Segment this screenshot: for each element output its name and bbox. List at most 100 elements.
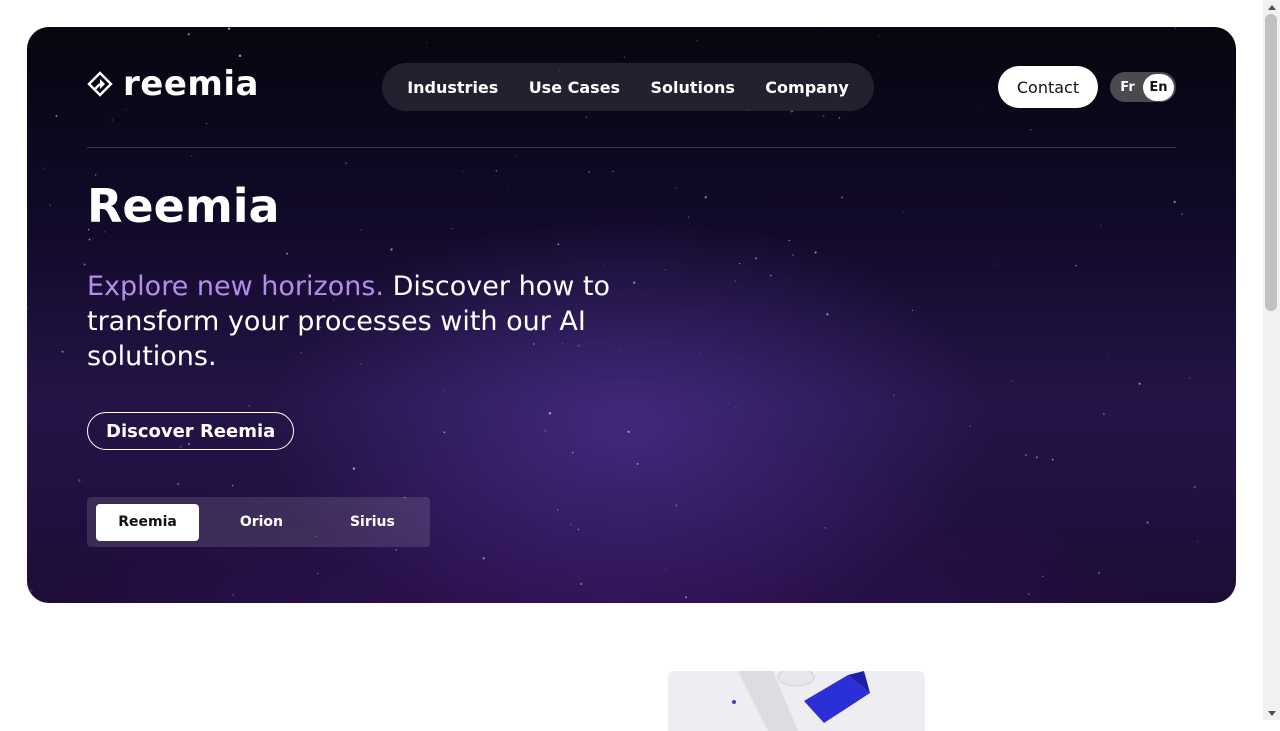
star <box>814 251 817 254</box>
star <box>633 281 636 284</box>
tab-reemia[interactable]: Reemia <box>96 503 200 541</box>
star <box>878 34 880 36</box>
star <box>30 589 33 592</box>
star <box>1024 454 1027 456</box>
star <box>1186 322 1188 324</box>
star <box>1042 575 1044 578</box>
star <box>1098 572 1100 574</box>
language-option-fr[interactable]: Fr <box>1112 74 1143 101</box>
star <box>817 30 819 32</box>
star <box>230 48 232 49</box>
star <box>495 170 497 172</box>
star <box>1027 593 1030 596</box>
nav-item-industries[interactable]: Industries <box>407 78 498 97</box>
star <box>675 186 677 189</box>
star <box>426 42 428 44</box>
star <box>248 405 250 407</box>
star <box>664 269 667 271</box>
star <box>88 238 91 241</box>
star <box>996 263 998 265</box>
star <box>791 254 795 257</box>
star <box>627 430 630 433</box>
abstract-shapes-illustration <box>668 671 925 731</box>
star <box>451 228 453 230</box>
nav-item-solutions[interactable]: Solutions <box>650 78 734 97</box>
tab-sirius[interactable]: Sirius <box>324 504 421 541</box>
language-option-en[interactable]: En <box>1143 73 1174 101</box>
star <box>231 484 234 487</box>
star <box>612 170 614 173</box>
nav-item-company[interactable]: Company <box>765 78 848 97</box>
star <box>788 239 790 242</box>
star <box>893 394 895 396</box>
star <box>840 196 844 199</box>
header-divider <box>87 147 1176 148</box>
star <box>286 252 289 255</box>
star <box>588 170 591 173</box>
star <box>111 119 113 121</box>
page-title: Reemia <box>87 179 280 233</box>
star <box>49 204 52 207</box>
scroll-up-icon[interactable] <box>1263 0 1280 14</box>
star <box>822 114 825 117</box>
page-scrollbar[interactable] <box>1263 0 1280 720</box>
star <box>187 33 190 36</box>
star <box>734 280 736 282</box>
star <box>1103 413 1105 415</box>
scrollbar-thumb[interactable] <box>1265 14 1277 311</box>
star <box>557 243 560 246</box>
star <box>969 425 971 427</box>
star <box>317 572 319 575</box>
star <box>349 577 350 579</box>
star <box>125 109 127 111</box>
scroll-down-icon[interactable] <box>1263 706 1280 720</box>
nav-item-use-cases[interactable]: Use Cases <box>529 78 620 97</box>
discover-reemia-button[interactable]: Discover Reemia <box>87 412 295 450</box>
star <box>176 482 180 486</box>
star <box>1181 213 1183 215</box>
reemia-logo-icon <box>87 71 113 97</box>
star <box>570 523 572 526</box>
star <box>585 116 588 119</box>
star <box>577 528 580 531</box>
product-preview-image <box>668 671 925 731</box>
star <box>461 170 464 173</box>
star <box>1029 128 1032 131</box>
tagline-accent: Explore new horizons. <box>87 271 384 302</box>
star <box>572 451 574 454</box>
tab-orion[interactable]: Orion <box>203 504 320 541</box>
star <box>687 216 689 218</box>
main-nav: Industries Use Cases Solutions Company <box>382 63 874 111</box>
star <box>902 210 904 212</box>
star <box>769 274 772 277</box>
star <box>911 309 914 312</box>
hero-tagline: Explore new horizons. Discover how to tr… <box>87 269 627 374</box>
star <box>443 389 445 391</box>
star <box>623 56 625 58</box>
hero-section: reemia Industries Use Cases Solutions Co… <box>27 27 1236 603</box>
star <box>735 406 737 409</box>
star <box>27 306 29 309</box>
star <box>507 190 509 191</box>
star <box>675 504 678 507</box>
star <box>1100 224 1102 227</box>
contact-button[interactable]: Contact <box>998 66 1098 108</box>
star <box>1051 458 1054 461</box>
star <box>390 248 393 251</box>
star <box>238 54 242 58</box>
star <box>94 174 97 176</box>
star <box>826 313 829 316</box>
star <box>205 122 208 125</box>
brand-logo[interactable]: reemia <box>87 67 259 101</box>
star <box>1107 353 1109 355</box>
star <box>754 257 758 260</box>
star <box>665 569 666 571</box>
star <box>83 263 86 266</box>
star <box>42 167 44 169</box>
star <box>227 27 231 30</box>
star <box>352 467 356 470</box>
star <box>382 601 384 603</box>
star <box>556 509 559 511</box>
star <box>982 105 984 107</box>
star <box>61 350 64 353</box>
